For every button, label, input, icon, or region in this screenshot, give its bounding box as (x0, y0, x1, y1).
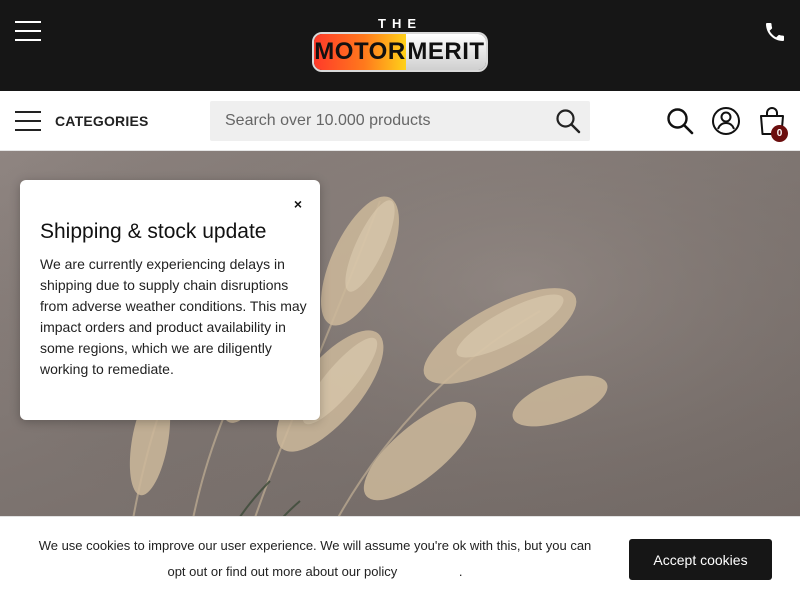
logo-motor-text: MOTOR (314, 34, 406, 70)
accept-cookies-button[interactable]: Accept cookies (629, 539, 772, 580)
categories-label: CATEGORIES (55, 113, 149, 129)
categories-menu-icon (15, 110, 41, 132)
hamburger-menu-icon[interactable] (15, 19, 41, 43)
search-icon[interactable] (666, 107, 694, 135)
logo-badge: MOTOR MERIT (312, 32, 488, 72)
user-account-icon[interactable] (711, 106, 741, 136)
logo-the-text: THE (378, 16, 422, 31)
cart-count-badge: 0 (771, 125, 788, 142)
phone-icon[interactable] (763, 20, 787, 44)
shipping-update-popup: × Shipping & stock update We are current… (20, 180, 320, 420)
cookie-message-end: . (458, 564, 463, 579)
search-bar (210, 101, 590, 141)
popup-title: Shipping & stock update (40, 220, 267, 243)
top-header-bar: THE MOTOR MERIT (0, 0, 800, 91)
cookie-message-text: We use cookies to improve our user exper… (38, 538, 592, 579)
cookie-banner: We use cookies to improve our user exper… (0, 516, 800, 600)
logo-merit-text: MERIT (406, 34, 486, 70)
popup-message: We are currently experiencing delays in … (40, 256, 307, 377)
categories-menu-button[interactable]: CATEGORIES (15, 110, 149, 132)
close-icon[interactable]: × (290, 196, 306, 212)
search-input[interactable] (210, 101, 540, 141)
search-submit-icon[interactable] (555, 108, 581, 134)
cookie-message: We use cookies to improve our user exper… (30, 533, 600, 585)
site-logo[interactable]: THE MOTOR MERIT (312, 16, 488, 74)
